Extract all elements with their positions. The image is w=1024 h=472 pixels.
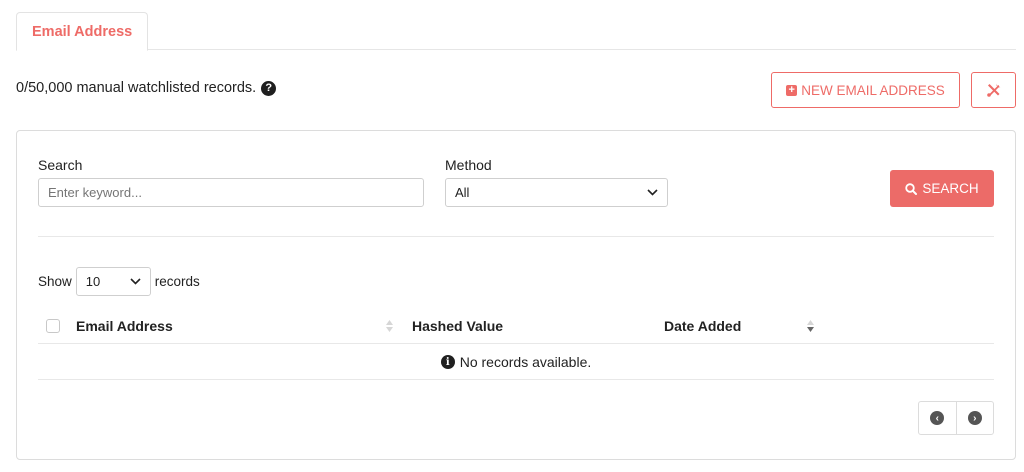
sort-desc-icon[interactable] bbox=[807, 320, 814, 332]
new-email-address-label: NEW EMAIL ADDRESS bbox=[801, 82, 945, 98]
show-label: Show bbox=[38, 274, 72, 289]
plus-square-icon: + bbox=[786, 84, 798, 96]
previous-page-button[interactable]: ‹ bbox=[919, 402, 956, 434]
search-panel: Search Method All SEARCH Show 10 records… bbox=[16, 130, 1016, 460]
pagination: ‹ › bbox=[918, 401, 994, 435]
chevron-down-icon bbox=[647, 189, 658, 196]
section-divider bbox=[38, 236, 994, 237]
new-email-address-button[interactable]: + NEW EMAIL ADDRESS bbox=[771, 72, 960, 108]
tab-email-address[interactable]: Email Address bbox=[16, 12, 149, 51]
table-footer-divider bbox=[38, 379, 994, 380]
tab-bar: Email Address bbox=[16, 12, 1016, 51]
column-header-hashed-value[interactable]: Hashed Value bbox=[412, 318, 503, 334]
method-label: Method bbox=[445, 157, 492, 173]
tools-button[interactable] bbox=[971, 72, 1016, 108]
search-button-label: SEARCH bbox=[922, 181, 979, 196]
summary-text: 0/50,000 manual watchlisted records. bbox=[16, 80, 257, 96]
method-selected-value: All bbox=[455, 185, 470, 200]
empty-message-text: No records available. bbox=[459, 354, 592, 370]
select-all-checkbox[interactable] bbox=[46, 319, 60, 333]
search-icon bbox=[905, 182, 918, 195]
page-size-control: Show 10 records bbox=[38, 267, 200, 296]
method-select[interactable]: All bbox=[445, 178, 668, 207]
chevron-left-icon: ‹ bbox=[930, 411, 945, 425]
next-page-button[interactable]: › bbox=[955, 402, 994, 434]
records-label: records bbox=[154, 274, 200, 289]
search-button[interactable]: SEARCH bbox=[890, 170, 994, 207]
tools-icon bbox=[986, 83, 1000, 97]
page-size-select[interactable]: 10 bbox=[75, 267, 151, 296]
column-header-email-address[interactable]: Email Address bbox=[76, 318, 173, 334]
chevron-down-icon bbox=[130, 278, 141, 285]
question-circle-icon[interactable]: ? bbox=[261, 80, 277, 96]
info-icon: i bbox=[440, 355, 455, 369]
column-header-date-added[interactable]: Date Added bbox=[664, 318, 741, 334]
chevron-right-icon: › bbox=[967, 411, 982, 425]
empty-table-message: i No records available. bbox=[38, 344, 994, 380]
search-input[interactable] bbox=[38, 178, 424, 207]
search-label: Search bbox=[38, 157, 83, 173]
watchlist-summary: 0/50,000 manual watchlisted records. ? bbox=[16, 80, 277, 96]
page-size-value: 10 bbox=[85, 274, 101, 289]
sort-icon[interactable] bbox=[386, 320, 393, 332]
